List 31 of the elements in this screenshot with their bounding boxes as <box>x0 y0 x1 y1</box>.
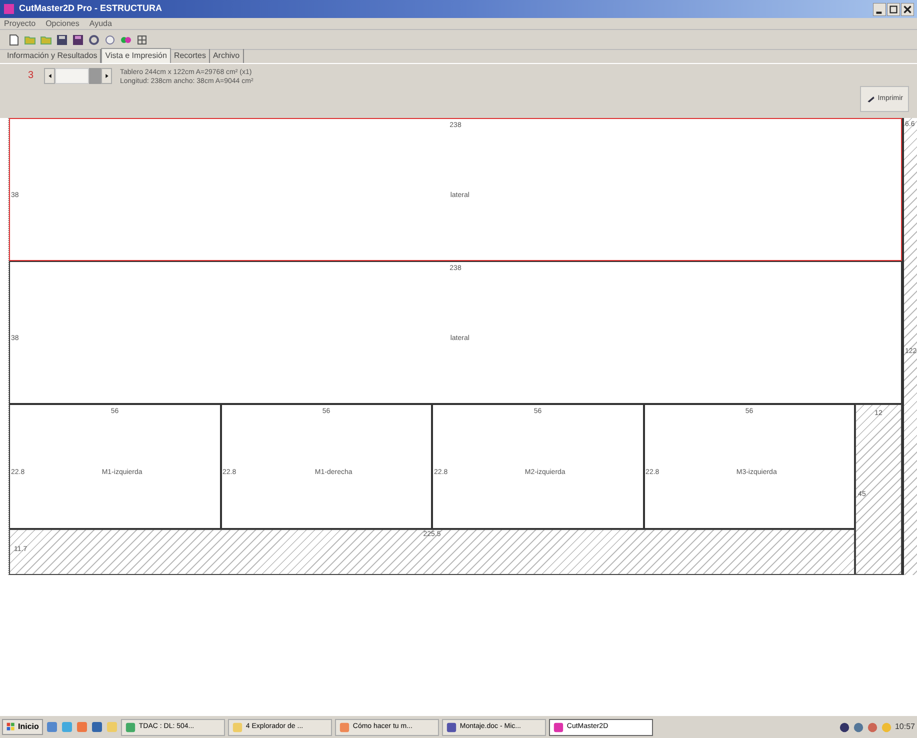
new-file-icon[interactable] <box>8 34 20 46</box>
windows-flag-icon <box>6 722 16 732</box>
save-icon[interactable] <box>72 34 84 46</box>
clock: 10:57 <box>894 721 915 733</box>
window-title: CutMaster2D Pro - ESTRUCTURA <box>19 2 162 16</box>
right-arrow-icon <box>102 72 110 80</box>
app-icon <box>3 3 15 15</box>
close-icon[interactable] <box>901 2 914 16</box>
quick-launch-icon[interactable] <box>46 721 58 733</box>
tab[interactable]: Archivo <box>210 49 244 63</box>
scroll-left-button[interactable] <box>44 68 55 84</box>
menu-item[interactable]: Proyecto <box>4 18 36 30</box>
start-button[interactable]: Inicio <box>2 719 43 735</box>
menu-item[interactable]: Ayuda <box>89 18 112 30</box>
window-icon <box>124 722 136 732</box>
tab[interactable]: Vista e Impresión <box>101 48 171 63</box>
window-icon <box>338 722 350 732</box>
save-icon[interactable] <box>56 34 68 46</box>
tray-icon[interactable] <box>838 722 850 732</box>
quick-launch-icon[interactable] <box>90 721 103 733</box>
maximize-icon[interactable] <box>887 2 900 16</box>
window-icon <box>232 722 243 732</box>
page-number: 3 <box>28 69 35 83</box>
tab[interactable]: Recortes <box>170 49 210 63</box>
window-icon <box>446 722 457 732</box>
minimize-icon[interactable] <box>873 2 886 16</box>
grid-icon[interactable] <box>136 34 148 46</box>
window-icon <box>552 722 564 732</box>
menu-item[interactable]: Opciones <box>46 18 80 30</box>
scroll-thumb[interactable] <box>89 68 101 84</box>
scroll-right-button[interactable] <box>101 68 112 84</box>
